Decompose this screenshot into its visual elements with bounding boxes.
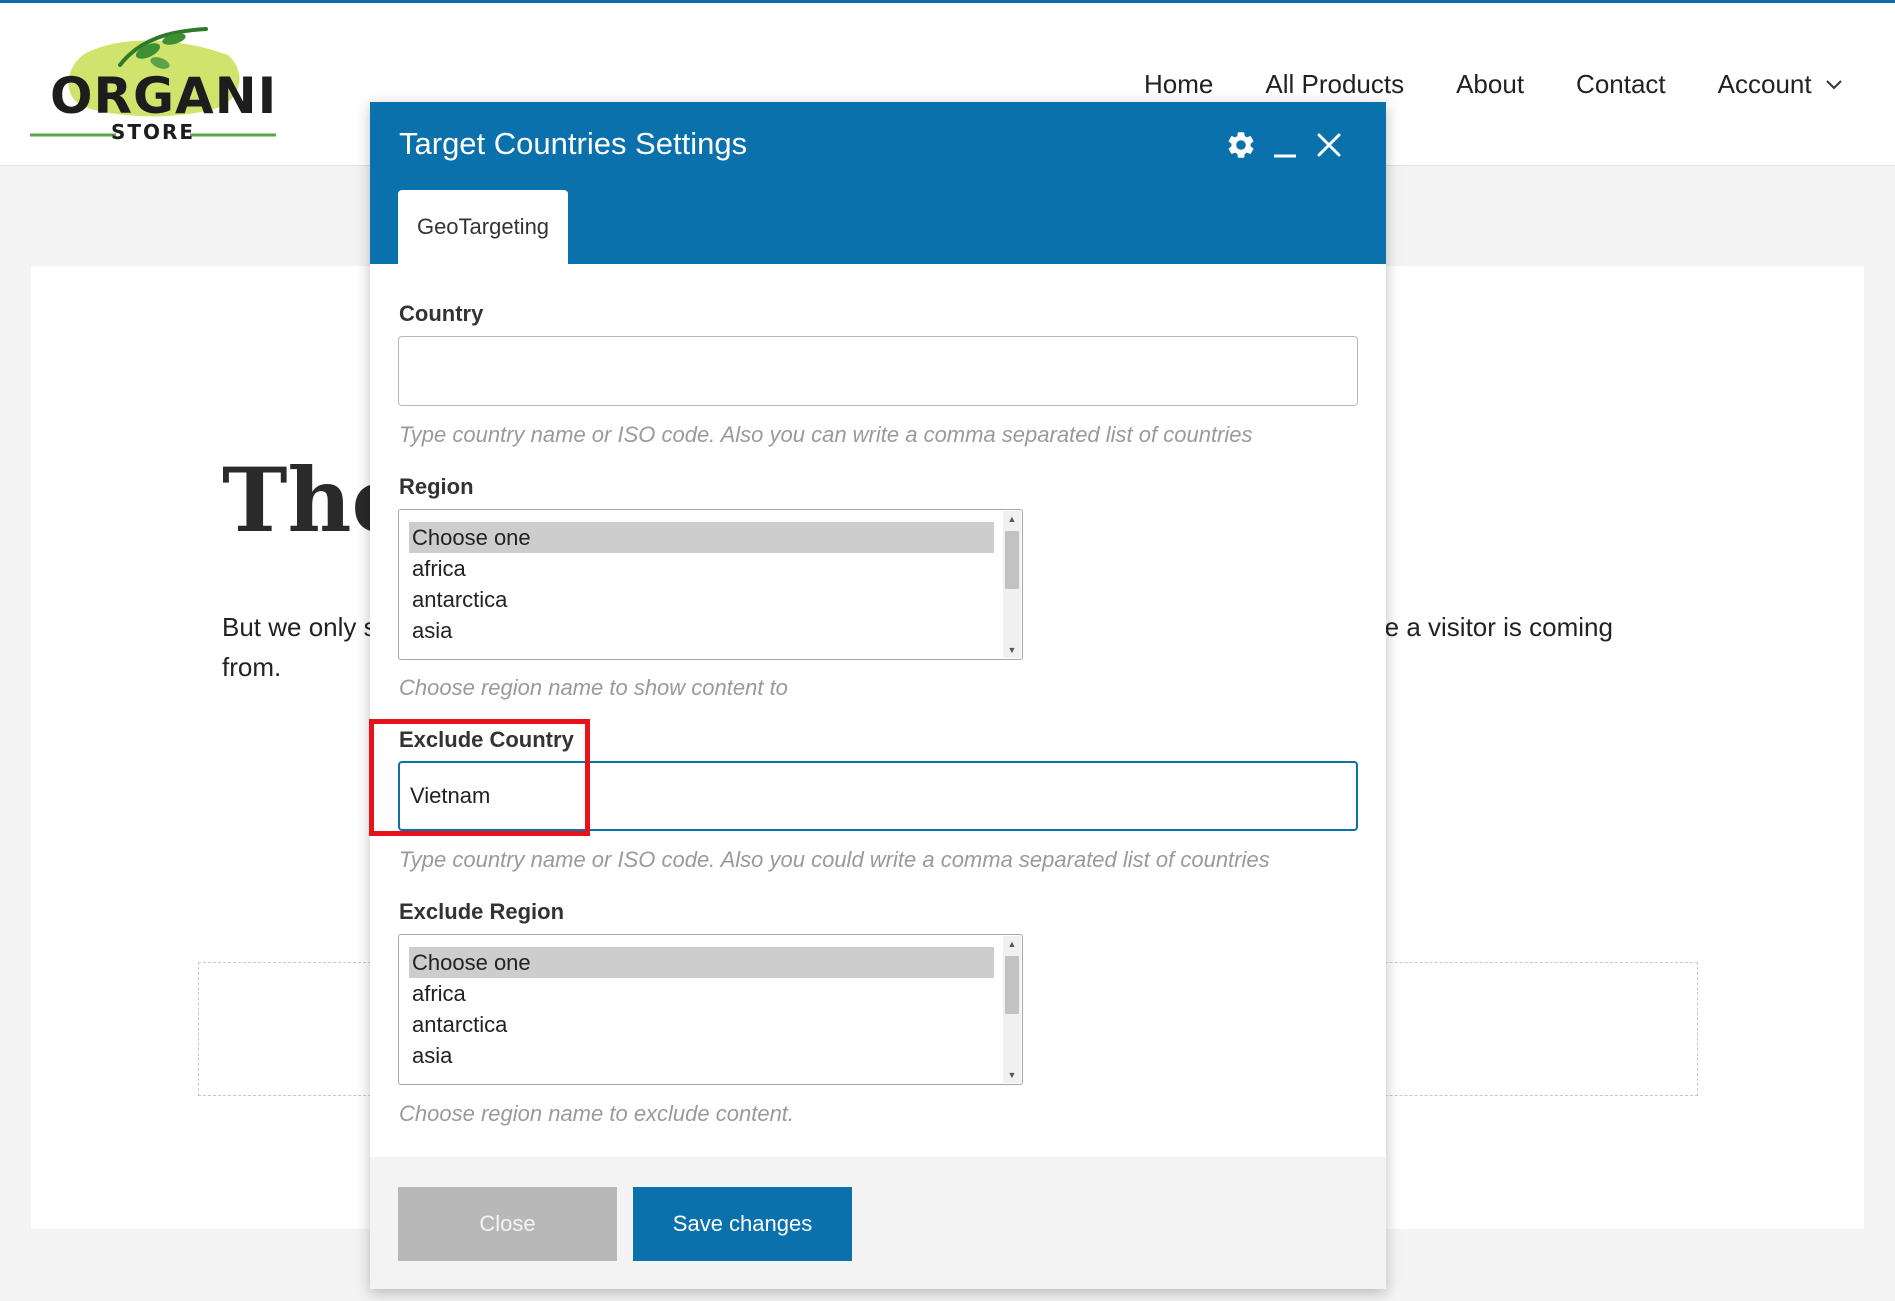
exclude-region-select[interactable]: Choose one africa antarctica asia ▲ ▼ (398, 934, 1023, 1085)
exclude-region-scroll-thumb[interactable] (1005, 956, 1019, 1014)
minimize-icon[interactable] (1268, 128, 1302, 162)
nav-contact[interactable]: Contact (1576, 69, 1666, 100)
exclude-country-label: Exclude Country (399, 727, 574, 752)
region-scroll-thumb[interactable] (1005, 531, 1019, 589)
page-paragraph-end: from. (222, 652, 282, 682)
scroll-down-icon[interactable]: ▼ (1003, 642, 1021, 658)
country-label: Country (399, 301, 484, 326)
exclude-region-option[interactable]: asia (409, 1040, 994, 1071)
scroll-up-icon[interactable]: ▲ (1003, 936, 1021, 952)
svg-text:ORGANIC: ORGANIC (50, 67, 278, 125)
target-countries-modal: Target Countries Settings GeoTargeting C… (370, 102, 1386, 1289)
gear-icon[interactable] (1224, 128, 1258, 162)
country-hint: Type country name or ISO code. Also you … (399, 422, 1253, 447)
page-paragraph-middle: re a visitor is coming (1376, 612, 1613, 642)
region-label: Region (399, 474, 474, 499)
close-button[interactable]: Close (398, 1187, 617, 1261)
modal-header-actions (1214, 128, 1346, 162)
region-option[interactable]: asia (409, 615, 994, 646)
save-changes-button[interactable]: Save changes (633, 1187, 852, 1261)
modal-header: Target Countries Settings GeoTargeting (370, 102, 1386, 264)
exclude-region-option[interactable]: Choose one (409, 947, 994, 978)
exclude-country-input[interactable] (398, 761, 1358, 831)
exclude-region-hint: Choose region name to exclude content. (399, 1101, 795, 1126)
svg-text:STORE: STORE (111, 120, 195, 144)
tab-geotargeting[interactable]: GeoTargeting (398, 190, 568, 264)
nav-about[interactable]: About (1456, 69, 1524, 100)
region-scrollbar[interactable]: ▲ ▼ (1003, 511, 1021, 658)
scroll-down-icon[interactable]: ▼ (1003, 1067, 1021, 1083)
modal-footer: Close Save changes (370, 1157, 1386, 1289)
exclude-region-label: Exclude Region (399, 899, 565, 924)
scroll-up-icon[interactable]: ▲ (1003, 511, 1021, 527)
modal-title: Target Countries Settings (399, 126, 748, 161)
country-input[interactable] (398, 336, 1358, 406)
exclude-region-scrollbar[interactable]: ▲ ▼ (1003, 936, 1021, 1083)
page-paragraph-start: But we only s (222, 612, 377, 642)
chevron-down-icon (1825, 74, 1842, 95)
region-option[interactable]: Choose one (409, 522, 994, 553)
main-nav: Home All Products About Contact Account (1144, 69, 1842, 100)
exclude-country-hint: Type country name or ISO code. Also you … (399, 847, 1270, 872)
exclude-region-option[interactable]: africa (409, 978, 994, 1009)
nav-account[interactable]: Account (1718, 69, 1842, 100)
nav-home[interactable]: Home (1144, 69, 1213, 100)
region-select[interactable]: Choose one africa antarctica asia ▲ ▼ (398, 509, 1023, 660)
region-option[interactable]: antarctica (409, 584, 994, 615)
close-icon[interactable] (1312, 128, 1346, 162)
nav-all-products[interactable]: All Products (1265, 69, 1404, 100)
region-hint: Choose region name to show content to (399, 675, 788, 700)
store-logo[interactable]: ORGANIC STORE (28, 25, 314, 145)
region-option[interactable]: africa (409, 553, 994, 584)
exclude-region-option[interactable]: antarctica (409, 1009, 994, 1040)
nav-account-label: Account (1717, 69, 1812, 99)
